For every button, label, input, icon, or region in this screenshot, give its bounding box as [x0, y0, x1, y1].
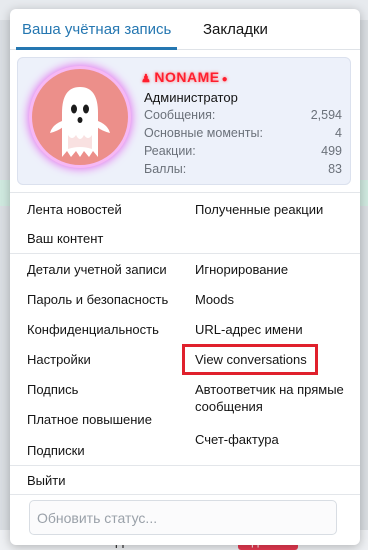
- menu-item-username-url[interactable]: URL-адрес имени: [195, 321, 345, 338]
- stat-value: 2,594: [310, 108, 342, 122]
- menu-item-preferences[interactable]: Настройки: [27, 351, 91, 368]
- tab-bookmarks[interactable]: Закладки: [203, 21, 268, 38]
- username-text: NONAME: [154, 69, 220, 85]
- stat-value: 4: [335, 126, 342, 140]
- stat-messages: Сообщения: 2,594: [144, 108, 342, 126]
- menu-item-news-feed[interactable]: Лента новостей: [27, 201, 122, 218]
- avatar[interactable]: [32, 69, 128, 165]
- menu-item-reactions-received[interactable]: Полученные реакции: [195, 201, 345, 218]
- user-stats: Сообщения: 2,594 Основные моменты: 4 Реа…: [144, 108, 342, 180]
- stat-highlights: Основные моменты: 4: [144, 126, 342, 144]
- user-icon: ♟: [141, 73, 152, 85]
- menu-item-subscriptions[interactable]: Подписки: [27, 442, 85, 459]
- menu-item-moods[interactable]: Moods: [195, 291, 345, 308]
- stat-label: Баллы:: [144, 162, 187, 176]
- menu-item-signature[interactable]: Подпись: [27, 381, 78, 398]
- menu-item-invoice[interactable]: Счет-фактура: [195, 431, 345, 448]
- user-role: Администратор: [144, 90, 238, 105]
- status-input[interactable]: [29, 500, 337, 535]
- account-popup: Ваша учётная запись Закладки ♟ NONAME ● Ад…: [10, 9, 360, 545]
- stat-points: Баллы: 83: [144, 162, 342, 180]
- menu-item-auto-reply[interactable]: Автоответчик на прямые сообщения: [195, 381, 345, 415]
- menu-item-paid-upgrade[interactable]: Платное повышение: [27, 411, 152, 428]
- popup-tabs: Ваша учётная запись Закладки: [10, 9, 360, 50]
- stat-label: Основные моменты:: [144, 126, 263, 140]
- stat-label: Сообщения:: [144, 108, 216, 122]
- menu-item-your-content[interactable]: Ваш контент: [27, 230, 103, 247]
- divider: [10, 192, 360, 193]
- stat-reactions: Реакции: 499: [144, 144, 342, 162]
- stat-value: 83: [328, 162, 342, 176]
- username[interactable]: ♟ NONAME ●: [141, 69, 228, 85]
- stat-label: Реакции:: [144, 144, 196, 158]
- menu-item-ignoring[interactable]: Игнорирование: [195, 261, 345, 278]
- menu-item-logout[interactable]: Выйти: [27, 472, 66, 489]
- divider: [10, 465, 360, 466]
- divider: [10, 253, 360, 254]
- menu-item-account-details[interactable]: Детали учетной записи: [27, 261, 167, 278]
- highlight-box: [182, 344, 318, 375]
- menu-item-password-security[interactable]: Пароль и безопасность: [27, 291, 168, 308]
- stat-value: 499: [321, 144, 342, 158]
- profile-card: ♟ NONAME ● Администратор Сообщения: 2,594 …: [17, 57, 351, 185]
- tab-account[interactable]: Ваша учётная запись: [15, 21, 178, 50]
- emoji-icon: ●: [221, 74, 229, 85]
- menu-item-privacy[interactable]: Конфиденциальность: [27, 321, 159, 338]
- ghost-icon: [50, 87, 110, 157]
- divider: [10, 494, 360, 495]
